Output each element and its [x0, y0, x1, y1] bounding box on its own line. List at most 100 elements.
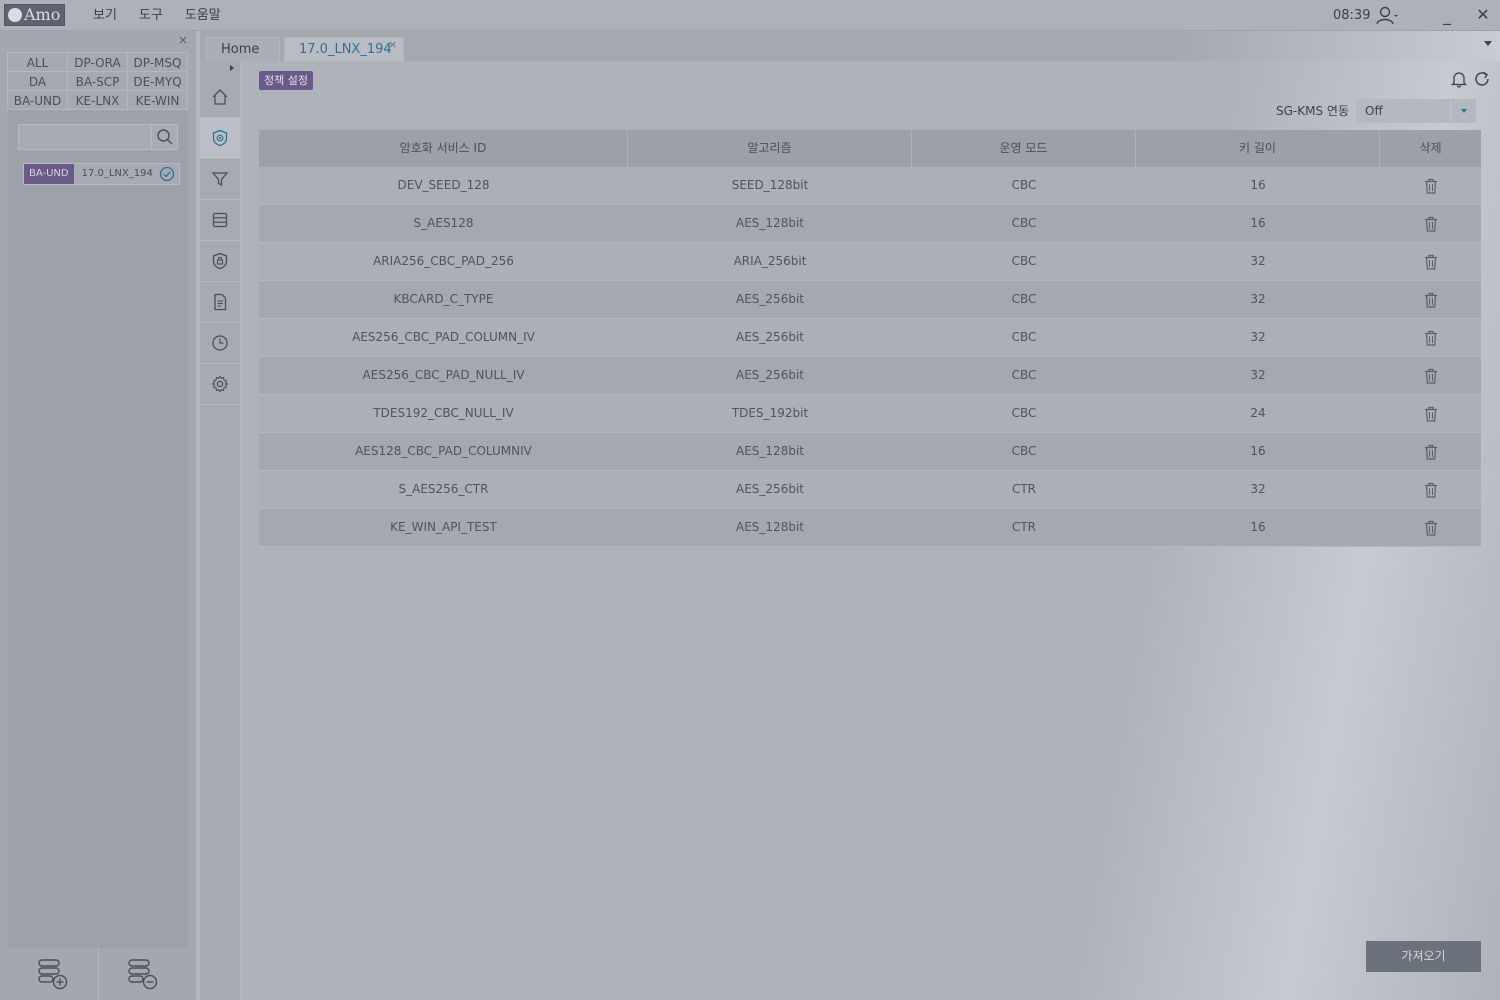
cell-key-length: 24: [1250, 406, 1266, 420]
table-row[interactable]: DEV_SEED_128 SEED_128bit CBC 16: [259, 167, 1481, 205]
table-row[interactable]: KE_WIN_API_TEST AES_128bit CTR 16: [259, 509, 1481, 547]
server-list-area: ALL DP-ORA DP-MSQ DA BA-SCP DE-MYQ BA-UN…: [7, 52, 188, 948]
user-icon[interactable]: [1376, 6, 1398, 26]
cell-key-length: 16: [1250, 444, 1266, 458]
search-input[interactable]: [19, 125, 151, 149]
delete-row-button[interactable]: [1380, 167, 1481, 204]
column-header-algorithm[interactable]: 알고리즘: [628, 130, 912, 167]
title-bar: Amo 보기 도구 도움말 08:39 _ ✕: [0, 0, 1500, 31]
table-row[interactable]: AES128_CBC_PAD_COLUMNIV AES_128bit CBC 16: [259, 433, 1481, 471]
delete-row-button[interactable]: [1380, 205, 1481, 242]
table-header: 암호화 서비스 ID 알고리즘 운영 모드 키 길이 삭제: [259, 130, 1481, 167]
category-ba-und[interactable]: BA-UND: [7, 90, 68, 110]
clock: 08:39: [1333, 8, 1371, 23]
rail-item-document[interactable]: [200, 282, 240, 323]
table-row[interactable]: S_AES256_CTR AES_256bit CTR 32: [259, 471, 1481, 509]
cell-service-id: KBCARD_C_TYPE: [393, 292, 494, 306]
table-body: DEV_SEED_128 SEED_128bit CBC 16 S_AES128 AES_…: [259, 167, 1481, 547]
rail-item-database[interactable]: [200, 200, 240, 241]
cell-algorithm: TDES_192bit: [731, 406, 809, 420]
rail-item-home[interactable]: [200, 77, 240, 118]
menu-help[interactable]: 도움말: [185, 0, 221, 31]
delete-row-button[interactable]: [1380, 319, 1481, 356]
table-row[interactable]: KBCARD_C_TYPE AES_256bit CBC 32: [259, 281, 1481, 319]
tab-close-button[interactable]: ×: [388, 38, 397, 51]
add-server-button[interactable]: [8, 948, 99, 1000]
cell-service-id: ARIA256_CBC_PAD_256: [373, 254, 514, 268]
tab-server[interactable]: 17.0_LNX_194: [284, 37, 404, 61]
filter-icon: [211, 172, 229, 187]
column-header-mode[interactable]: 운영 모드: [912, 130, 1136, 167]
delete-row-button[interactable]: [1380, 395, 1481, 432]
cell-service-id: AES256_CBC_PAD_NULL_IV: [362, 368, 525, 382]
category-dp-ora[interactable]: DP-ORA: [67, 52, 128, 72]
delete-row-button[interactable]: [1380, 243, 1481, 280]
server-name: 17.0_LNX_194: [81, 168, 153, 179]
delete-row-button[interactable]: [1380, 433, 1481, 470]
rail-item-filter[interactable]: [200, 159, 240, 200]
server-actions: [8, 948, 188, 1000]
trash-icon: [1424, 292, 1437, 308]
cell-mode: CBC: [1011, 254, 1037, 268]
trash-icon: [1424, 178, 1437, 194]
function-rail: [200, 61, 241, 1000]
cell-mode: CBC: [1011, 444, 1037, 458]
kms-link-select[interactable]: Off: [1356, 99, 1476, 123]
delete-row-button[interactable]: [1380, 357, 1481, 394]
category-da[interactable]: DA: [7, 71, 68, 91]
cell-service-id: DEV_SEED_128: [397, 178, 490, 192]
delete-row-button[interactable]: [1380, 471, 1481, 508]
delete-row-button[interactable]: [1380, 509, 1481, 546]
category-ke-lnx[interactable]: KE-LNX: [67, 90, 128, 110]
menu-view[interactable]: 보기: [93, 0, 117, 31]
trash-icon: [1424, 406, 1437, 422]
cell-mode: CBC: [1011, 292, 1037, 306]
security-icon: [212, 252, 228, 270]
table-row[interactable]: AES256_CBC_PAD_NULL_IV AES_256bit CBC 32: [259, 357, 1481, 395]
category-ke-win[interactable]: KE-WIN: [127, 90, 188, 110]
search-divider: [151, 125, 152, 149]
cell-mode: CBC: [1011, 216, 1037, 230]
server-item[interactable]: BA-UND 17.0_LNX_194: [23, 163, 180, 185]
cell-service-id: KE_WIN_API_TEST: [390, 520, 497, 534]
rail-expand-icon[interactable]: [230, 65, 234, 71]
category-ba-scp[interactable]: BA-SCP: [67, 71, 128, 91]
rail-item-settings[interactable]: [200, 364, 240, 405]
refresh-icon[interactable]: [1473, 70, 1491, 88]
table-row[interactable]: AES256_CBC_PAD_COLUMN_IV AES_256bit CBC 32: [259, 319, 1481, 357]
import-button[interactable]: 가져오기: [1366, 941, 1481, 972]
tab-list-dropdown-icon[interactable]: [1484, 41, 1492, 46]
trash-icon: [1424, 368, 1437, 384]
category-dp-msq[interactable]: DP-MSQ: [127, 52, 188, 72]
trash-icon: [1424, 482, 1437, 498]
kms-link-label: SG-KMS 연동: [1276, 104, 1349, 118]
tab-home[interactable]: Home: [206, 37, 280, 61]
trash-icon: [1424, 216, 1437, 232]
rail-item-security[interactable]: [200, 241, 240, 282]
cell-algorithm: AES_256bit: [736, 368, 804, 382]
rail-item-history[interactable]: [200, 323, 240, 364]
delete-row-button[interactable]: [1380, 281, 1481, 318]
panel-close-button[interactable]: ×: [178, 33, 188, 47]
app-logo: Amo: [4, 4, 65, 26]
tab-server-label: 17.0_LNX_194: [299, 42, 392, 57]
cell-service-id: S_AES128: [413, 216, 474, 230]
trash-icon: [1424, 330, 1437, 346]
table-row[interactable]: S_AES128 AES_128bit CBC 16: [259, 205, 1481, 243]
close-window-button[interactable]: ✕: [1472, 4, 1494, 26]
column-header-key-length[interactable]: 키 길이: [1136, 130, 1380, 167]
rail-item-policy[interactable]: [200, 118, 240, 159]
minimize-button[interactable]: _: [1437, 4, 1457, 26]
cell-key-length: 32: [1250, 292, 1266, 306]
table-row[interactable]: TDES192_CBC_NULL_IV TDES_192bit CBC 24: [259, 395, 1481, 433]
category-de-myq[interactable]: DE-MYQ: [127, 71, 188, 91]
category-all[interactable]: ALL: [7, 52, 68, 72]
tab-bar: Home 17.0_LNX_194 ×: [200, 31, 1500, 61]
menu-tools[interactable]: 도구: [139, 0, 163, 31]
column-header-service-id[interactable]: 암호화 서비스 ID: [259, 130, 628, 167]
table-row[interactable]: ARIA256_CBC_PAD_256 ARIA_256bit CBC 32: [259, 243, 1481, 281]
bell-icon[interactable]: [1450, 70, 1468, 88]
search-icon[interactable]: [156, 128, 174, 146]
remove-server-button[interactable]: [99, 948, 189, 1000]
cell-key-length: 32: [1250, 330, 1266, 344]
